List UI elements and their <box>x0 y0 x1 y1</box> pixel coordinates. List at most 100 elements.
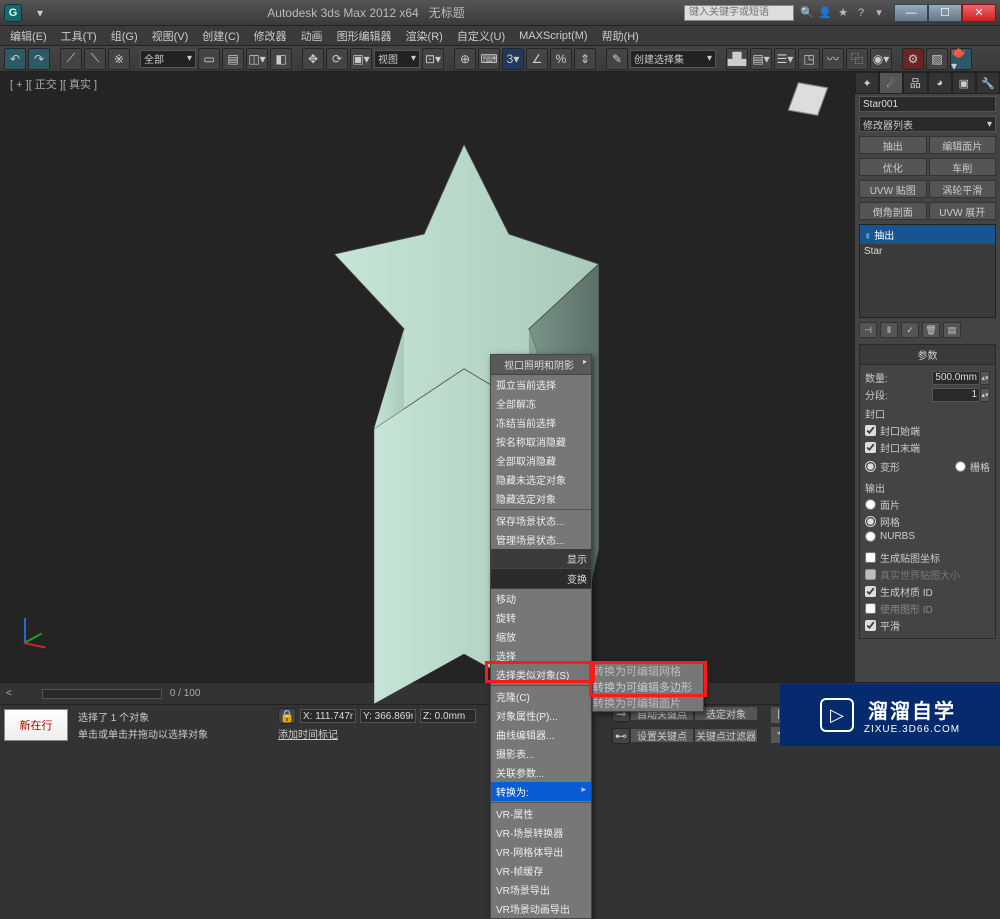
menu-animation[interactable]: 动画 <box>295 27 329 45</box>
quad-head-transform[interactable]: 变换 <box>491 569 591 589</box>
titlebar-dropdown[interactable]: ▾ <box>32 5 48 21</box>
graphite-button[interactable]: ◳ <box>798 48 820 70</box>
output-patch-radio[interactable]: 面片 <box>865 497 990 512</box>
quad-item[interactable]: 全部解冻 <box>491 394 591 413</box>
setkey-button[interactable]: 设置关键点 <box>630 728 694 743</box>
edit-named-sel-button[interactable]: ✎ <box>606 48 628 70</box>
quad-item[interactable]: 摄影表... <box>491 744 591 763</box>
render-production-button[interactable]: 🫖▾ <box>950 48 972 70</box>
cap-end-checkbox[interactable]: 封口末端 <box>865 440 990 455</box>
quad-item[interactable]: 隐藏选定对象 <box>491 489 591 508</box>
quad-item[interactable]: 选择 <box>491 646 591 665</box>
angle-snap-button[interactable]: ∠ <box>526 48 548 70</box>
menu-tools[interactable]: 工具(T) <box>55 27 103 45</box>
redo-button[interactable]: ↷ <box>28 48 50 70</box>
rendered-frame-button[interactable]: ▧ <box>926 48 948 70</box>
mod-btn[interactable]: 编辑面片 <box>929 136 997 154</box>
quad-head-display2[interactable]: 显示 <box>491 549 591 569</box>
link-button[interactable]: ⟋ <box>60 48 82 70</box>
spinner-snap-button[interactable]: ⇕ <box>574 48 596 70</box>
menu-maxscript[interactable]: MAXScript(M) <box>513 29 593 43</box>
render-setup-button[interactable]: ⚙ <box>902 48 924 70</box>
pin-stack-button[interactable]: ⊣ <box>859 322 877 338</box>
quad-item[interactable]: VR-场景转换器 <box>491 823 591 842</box>
quad-item[interactable]: 克隆(C) <box>491 687 591 706</box>
quad-item[interactable]: 选择类似对象(S) <box>491 665 591 684</box>
rotate-button[interactable]: ⟳ <box>326 48 348 70</box>
select-by-name-button[interactable]: ▤ <box>222 48 244 70</box>
refcoord-dropdown[interactable]: 视图▾ <box>374 50 420 68</box>
percent-snap-button[interactable]: % <box>550 48 572 70</box>
select-object-button[interactable]: ▭ <box>198 48 220 70</box>
caret-icon[interactable]: ▾ <box>872 6 886 20</box>
gen-matid-checkbox[interactable]: 生成材质 ID <box>865 584 990 599</box>
quad-item[interactable]: VR-网格体导出 <box>491 842 591 861</box>
curve-editor-button[interactable]: 〰 <box>822 48 844 70</box>
remove-mod-button[interactable]: 🗑 <box>922 322 940 338</box>
mod-btn[interactable]: 车削 <box>929 158 997 176</box>
output-mesh-radio[interactable]: 网格 <box>865 514 990 529</box>
animate-button[interactable]: 新在行 <box>4 709 68 741</box>
quad-item[interactable]: 全部取消隐藏 <box>491 451 591 470</box>
keyboard-shortcut-button[interactable]: ⌨ <box>478 48 500 70</box>
layer-button[interactable]: ☰▾ <box>774 48 796 70</box>
use-shapeid-checkbox[interactable]: 使用图形 ID <box>865 601 990 616</box>
quad-item[interactable]: VR-属性 <box>491 804 591 823</box>
help-search-input[interactable] <box>684 5 794 21</box>
keyfilter-button[interactable]: 关键点过滤器 <box>694 728 758 743</box>
snap-toggle-button[interactable]: 3▾ <box>502 48 524 70</box>
stack-item[interactable]: ♀ 抽出 <box>860 225 995 244</box>
align-button[interactable]: ▤▾ <box>750 48 772 70</box>
menu-create[interactable]: 创建(C) <box>196 27 245 45</box>
realworld-map-checkbox[interactable]: 真实世界贴图大小 <box>865 567 990 582</box>
time-slider-track[interactable] <box>42 689 162 699</box>
quad-item[interactable]: VR场景动画导出 <box>491 899 591 918</box>
grid-radio[interactable]: 栅格 <box>955 459 990 474</box>
quad-item[interactable]: 孤立当前选择 <box>491 375 591 394</box>
mod-btn[interactable]: 优化 <box>859 158 927 176</box>
cmd-tab-create[interactable]: ✦ <box>855 72 879 94</box>
quad-item[interactable]: VR场景导出 <box>491 880 591 899</box>
morph-radio[interactable]: 变形 <box>865 459 900 474</box>
selection-filter-dropdown[interactable]: 全部▾ <box>140 50 196 68</box>
menu-customize[interactable]: 自定义(U) <box>451 27 511 45</box>
object-name-input[interactable]: Star001 <box>859 96 996 112</box>
quad-item[interactable]: 缩放 <box>491 627 591 646</box>
output-nurbs-radio[interactable]: NURBS <box>865 531 990 542</box>
schematic-button[interactable]: ⿻ <box>846 48 868 70</box>
menu-rendering[interactable]: 渲染(R) <box>400 27 449 45</box>
viewcube[interactable] <box>786 80 830 124</box>
quad-item[interactable]: 按名称取消隐藏 <box>491 432 591 451</box>
cmd-tab-modify[interactable]: ☄ <box>879 72 903 94</box>
move-button[interactable]: ✥ <box>302 48 324 70</box>
spinner-icon[interactable]: ▴▾ <box>980 371 990 385</box>
quad-item-convert-to[interactable]: 转换为: <box>491 782 591 801</box>
manipulate-button[interactable]: ⊕ <box>454 48 476 70</box>
show-end-result-button[interactable]: Ⅱ <box>880 322 898 338</box>
mod-btn[interactable]: 涡轮平滑 <box>929 180 997 198</box>
submenu-item-poly[interactable]: 转换为可编辑多边形 <box>593 679 703 695</box>
quad-item[interactable]: VR-帧缓存 <box>491 861 591 880</box>
cmd-tab-motion[interactable]: ◕ <box>928 72 952 94</box>
submenu-item-mesh[interactable]: 转换为可编辑网格 <box>593 663 703 679</box>
app-logo-icon[interactable]: G <box>4 4 22 22</box>
menu-grapheditors[interactable]: 图形编辑器 <box>331 27 398 45</box>
quad-item[interactable]: 关联参数... <box>491 763 591 782</box>
cmd-tab-display[interactable]: ▣ <box>952 72 976 94</box>
rollout-header[interactable]: 参数 <box>860 345 995 365</box>
cap-start-checkbox[interactable]: 封口始端 <box>865 423 990 438</box>
menu-edit[interactable]: 编辑(E) <box>4 27 53 45</box>
mod-btn[interactable]: UVW 展开 <box>929 202 997 220</box>
help-icon[interactable]: ? <box>854 6 868 20</box>
maximize-button[interactable]: ☐ <box>928 4 962 22</box>
modifier-list-dropdown[interactable]: 修改器列表▾ <box>859 116 996 132</box>
mod-btn[interactable]: 抽出 <box>859 136 927 154</box>
stack-item[interactable]: Star <box>860 244 995 259</box>
quad-item[interactable]: 旋转 <box>491 608 591 627</box>
pivot-button[interactable]: ⊡▾ <box>422 48 444 70</box>
quad-item[interactable]: 曲线编辑器... <box>491 725 591 744</box>
cmd-tab-utilities[interactable]: 🔧 <box>976 72 1000 94</box>
undo-button[interactable]: ↶ <box>4 48 26 70</box>
favorite-icon[interactable]: ★ <box>836 6 850 20</box>
minimize-button[interactable]: — <box>894 4 928 22</box>
